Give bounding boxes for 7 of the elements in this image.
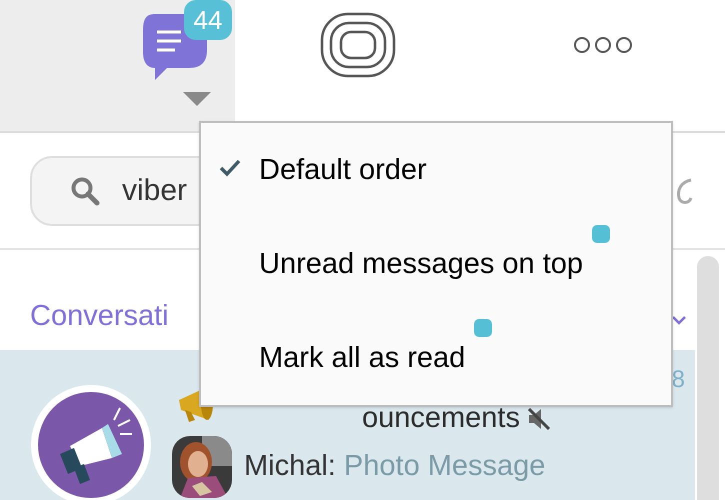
search-text: viber — [122, 173, 188, 209]
message-preview: Michal: Photo Message — [244, 449, 546, 484]
conversation-time: 8 — [672, 365, 685, 392]
conversation-name: ouncements — [362, 402, 520, 434]
unread-badge: 44 — [184, 0, 232, 40]
menu-item[interactable]: Unread messages on top — [201, 217, 671, 311]
section-title: Conversati — [30, 298, 169, 334]
